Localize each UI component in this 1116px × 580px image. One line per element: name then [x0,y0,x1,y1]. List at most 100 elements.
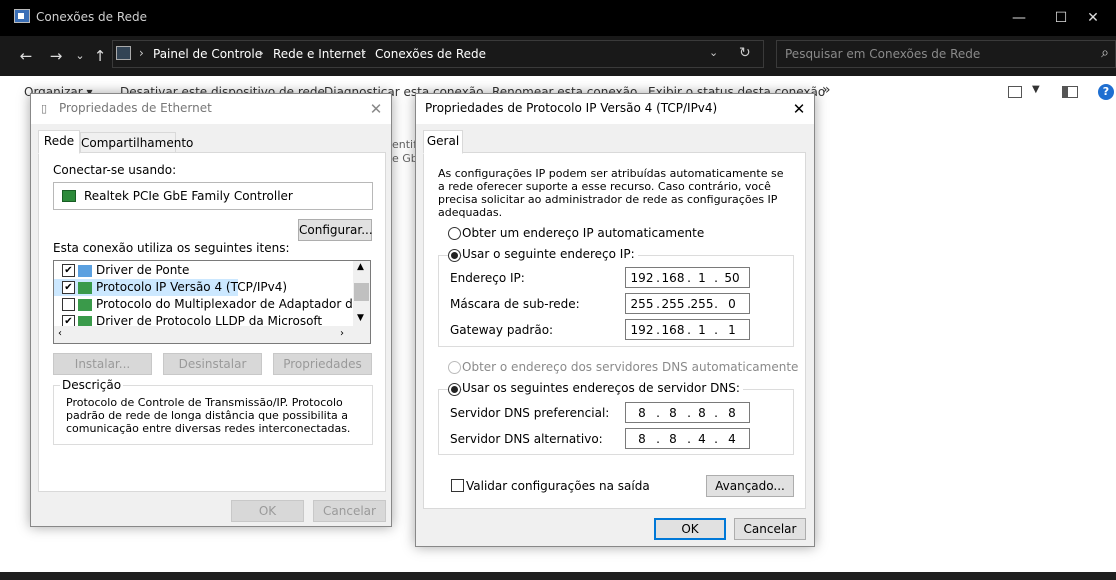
breadcrumb-control-panel[interactable]: Painel de Controle [153,47,262,61]
ip-octet[interactable]: 255 [661,297,685,311]
search-input[interactable]: Pesquisar em Conexões de Rede ⌕ [776,40,1116,68]
preview-pane-icon[interactable] [1062,86,1078,98]
tab-network[interactable]: Rede [38,130,80,154]
ip-octet[interactable]: 255 [690,297,714,311]
ip-octet[interactable]: 50 [720,271,744,285]
manual-dns-label[interactable]: Usar os seguintes endereços de servidor … [462,381,743,395]
ip-octet[interactable]: 168 [661,323,685,337]
window-title: Conexões de Rede [36,10,148,24]
description-group: Descrição Protocolo de Controle de Trans… [53,378,373,445]
background-item-text: e Gb [392,152,418,165]
address-bar[interactable]: › Painel de Controle › Rede e Internet ›… [112,40,764,68]
chevron-up-icon[interactable]: ▲ [357,262,364,272]
connect-using-label: Conectar-se usando: [53,163,177,177]
ip-address-field[interactable]: 192. 168. 1. 50 [625,267,750,288]
ip-octet[interactable]: 4 [690,432,714,446]
breadcrumb-network-connections[interactable]: Conexões de Rede [375,47,486,61]
ethernet-icon: ▯ [41,102,48,115]
horizontal-scrollbar[interactable]: ‹ › [54,326,370,343]
ip-octet[interactable]: 8 [661,432,685,446]
properties-button[interactable]: Propriedades [273,353,372,375]
view-options-icon[interactable] [1008,86,1022,98]
ip-octet[interactable]: 1 [690,323,714,337]
ip-octet[interactable]: 192 [630,271,654,285]
ip-octet[interactable]: 1 [720,323,744,337]
validate-label[interactable]: Validar configurações na saída [466,479,650,493]
ok-button[interactable]: OK [231,500,304,522]
list-item-selected[interactable]: ✔ Protocolo IP Versão 4 (TCP/IPv4) [54,279,287,296]
bridge-driver-icon [78,265,92,277]
background-item-text: entif [392,138,417,151]
network-tab-panel: Conectar-se usando: Realtek PCIe GbE Fam… [38,152,386,492]
advanced-button[interactable]: Avançado... [706,475,794,497]
gateway-field[interactable]: 192. 168. 1. 1 [625,319,750,340]
chevron-down-icon[interactable]: ⌄ [709,46,718,59]
scroll-thumb[interactable] [354,283,369,301]
chevron-down-icon[interactable]: ▼ [357,313,364,323]
ipv4-properties-dialog: Propriedades de Protocolo IP Versão 4 (T… [415,93,815,547]
ip-octet[interactable]: 4 [720,432,744,446]
auto-ip-radio[interactable] [448,227,461,240]
breadcrumb-separator-icon: › [139,46,144,60]
up-button[interactable]: ↑ [88,44,112,68]
auto-dns-radio[interactable] [448,361,461,374]
forward-button[interactable]: → [44,44,68,68]
more-commands-button[interactable]: » [822,82,831,98]
ip-octet[interactable]: 0 [720,297,744,311]
list-item-label: Protocolo do Multiplexador de Adaptador … [96,297,370,311]
search-icon: ⌕ [1101,45,1109,61]
auto-ip-label[interactable]: Obter um endereço IP automaticamente [462,226,704,240]
ip-octet[interactable]: 8 [720,406,744,420]
list-item[interactable]: ✔ Driver de Ponte [54,262,354,279]
alternate-dns-field[interactable]: 8. 8. 4. 4 [625,428,750,449]
chevron-left-icon[interactable]: ‹ [58,328,62,339]
ip-octet[interactable]: 192 [630,323,654,337]
preferred-dns-field[interactable]: 8. 8. 8. 8 [625,402,750,423]
item-checkbox[interactable]: ✔ [62,281,75,294]
refresh-icon[interactable]: ↻ [739,45,751,61]
manual-ip-radio[interactable] [448,249,461,262]
description-text: Protocolo de Controle de Transmissão/IP.… [66,396,351,435]
tab-sharing[interactable]: Compartilhamento [80,132,193,154]
ip-octet[interactable]: 8 [630,432,654,446]
uninstall-button[interactable]: Desinstalar [163,353,262,375]
item-checkbox[interactable]: ✔ [62,264,75,277]
title-bar: Conexões de Rede — ☐ ✕ [0,0,1116,36]
cancel-button[interactable]: Cancelar [313,500,386,522]
ip-octet[interactable]: 1 [690,271,714,285]
minimize-button[interactable]: — [996,0,1042,36]
gateway-label: Gateway padrão: [450,323,554,337]
auto-dns-label[interactable]: Obter o endereço dos servidores DNS auto… [462,360,798,374]
validate-checkbox[interactable] [451,479,464,492]
tab-general[interactable]: Geral [423,130,463,154]
ip-octet[interactable]: 168 [661,271,685,285]
ip-octet[interactable]: 8 [690,406,714,420]
configure-button[interactable]: Configurar... [298,219,373,241]
chevron-right-icon[interactable]: › [340,328,344,339]
close-icon[interactable]: ✕ [788,98,810,120]
breadcrumb-separator-icon: › [361,46,366,60]
vertical-scrollbar[interactable]: ▲ ▼ [353,261,370,328]
dialog-title: Propriedades de Protocolo IP Versão 4 (T… [425,101,718,115]
adapter-field: Realtek PCIe GbE Family Controller [53,182,373,210]
close-button[interactable]: ✕ [1070,0,1116,36]
breadcrumb-network-internet[interactable]: Rede e Internet [273,47,366,61]
install-button[interactable]: Instalar... [53,353,152,375]
list-item[interactable]: Protocolo do Multiplexador de Adaptador … [54,296,370,313]
ip-octet[interactable]: 255 [630,297,654,311]
item-checkbox[interactable] [62,298,75,311]
cancel-button[interactable]: Cancelar [734,518,806,540]
ok-button[interactable]: OK [654,518,726,540]
network-adapter-icon [62,190,76,202]
back-button[interactable]: ← [14,44,38,68]
subnet-field[interactable]: 255. 255. 255. 0 [625,293,750,314]
ip-octet[interactable]: 8 [630,406,654,420]
close-icon[interactable]: ✕ [365,98,387,120]
chevron-down-icon[interactable]: ▼ [1032,84,1040,95]
list-item-label: Protocolo IP Versão 4 (TCP/IPv4) [96,280,288,294]
manual-dns-radio[interactable] [448,383,461,396]
manual-ip-label[interactable]: Usar o seguinte endereço IP: [462,247,638,261]
ip-octet[interactable]: 8 [661,406,685,420]
components-list[interactable]: ✔ Driver de Ponte ✔ Protocolo IP Versão … [53,260,371,344]
help-icon[interactable]: ? [1098,84,1114,100]
